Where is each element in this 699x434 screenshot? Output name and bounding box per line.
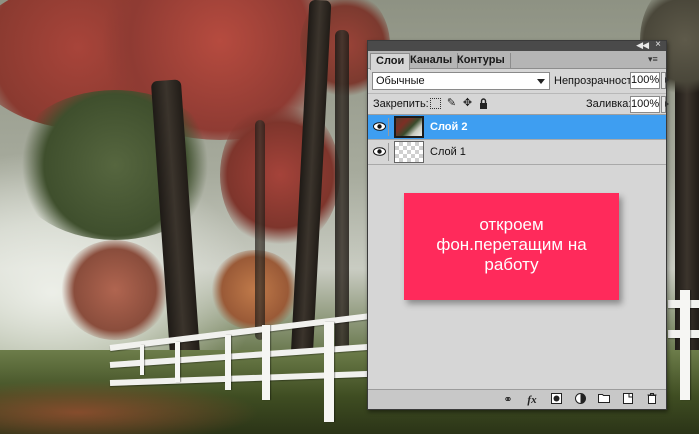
tab-paths[interactable]: Контуры bbox=[452, 53, 511, 69]
lock-all-icon[interactable] bbox=[478, 98, 489, 109]
adjustment-layer-icon[interactable] bbox=[572, 393, 588, 407]
fence-post bbox=[225, 335, 231, 390]
blend-mode-select[interactable]: Обычные bbox=[372, 72, 550, 90]
fence-post bbox=[680, 290, 690, 400]
layer-thumbnail bbox=[394, 116, 424, 138]
opacity-label: Непрозрачность: bbox=[554, 75, 641, 87]
tree-trunk bbox=[335, 30, 349, 360]
new-layer-icon[interactable] bbox=[620, 393, 636, 407]
fallen-leaves bbox=[0, 380, 260, 434]
fence-post bbox=[140, 345, 144, 375]
collapse-icon[interactable]: ◀◀ bbox=[636, 40, 649, 51]
layer-name[interactable]: Слой 1 bbox=[430, 146, 466, 158]
panel-tabs: Слои Каналы Контуры ▾≡ bbox=[368, 51, 666, 70]
fill-slider-button[interactable] bbox=[661, 96, 669, 113]
opacity-input[interactable]: 100% bbox=[630, 72, 660, 89]
layer-mask-icon[interactable] bbox=[548, 393, 564, 407]
tab-channels[interactable]: Каналы bbox=[405, 53, 459, 69]
layer-row[interactable]: Слой 1 bbox=[368, 140, 666, 165]
lock-row: Закрепить: ✎ ✥ Заливка: 100% bbox=[368, 94, 669, 115]
layers-panel: ◀◀ × Слои Каналы Контуры ▾≡ Обычные Непр… bbox=[367, 39, 669, 410]
panel-bottom-toolbar: ⚭ fx bbox=[368, 389, 666, 409]
trash-icon[interactable] bbox=[644, 393, 660, 407]
annotation-note: откроем фон.перетащим на работу bbox=[404, 193, 619, 300]
fx-icon[interactable]: fx bbox=[524, 393, 540, 407]
tree-trunk bbox=[255, 120, 265, 340]
visibility-eye-icon[interactable] bbox=[371, 118, 389, 136]
blend-row: Обычные Непрозрачность: 100% bbox=[368, 70, 669, 94]
foliage bbox=[60, 240, 170, 340]
visibility-eye-icon[interactable] bbox=[371, 143, 389, 161]
lock-position-icon[interactable]: ✥ bbox=[462, 98, 473, 109]
fence-post bbox=[175, 342, 180, 382]
layer-name[interactable]: Слой 2 bbox=[430, 121, 467, 133]
layer-row[interactable]: Слой 2 bbox=[368, 115, 666, 140]
layer-thumbnail bbox=[394, 141, 424, 163]
opacity-slider-button[interactable] bbox=[661, 72, 669, 89]
new-group-icon[interactable] bbox=[596, 393, 612, 407]
panel-title-bar[interactable]: ◀◀ × bbox=[368, 39, 666, 51]
chevron-down-icon bbox=[537, 79, 545, 84]
lock-pixels-icon[interactable]: ✎ bbox=[446, 98, 457, 109]
lock-transparency-icon[interactable] bbox=[430, 98, 441, 109]
lock-label: Закрепить: bbox=[373, 98, 429, 110]
layers-list: Слой 2 Слой 1 откроем фон.перетащим на р… bbox=[368, 115, 666, 389]
fill-label: Заливка: bbox=[586, 98, 632, 110]
fence-post bbox=[262, 325, 270, 400]
panel-menu-icon[interactable]: ▾≡ bbox=[648, 54, 662, 64]
blend-mode-value: Обычные bbox=[376, 75, 425, 87]
fill-input[interactable]: 100% bbox=[630, 96, 660, 113]
fence-post bbox=[324, 322, 334, 422]
link-layers-icon[interactable]: ⚭ bbox=[500, 393, 516, 407]
close-icon[interactable]: × bbox=[655, 39, 661, 50]
